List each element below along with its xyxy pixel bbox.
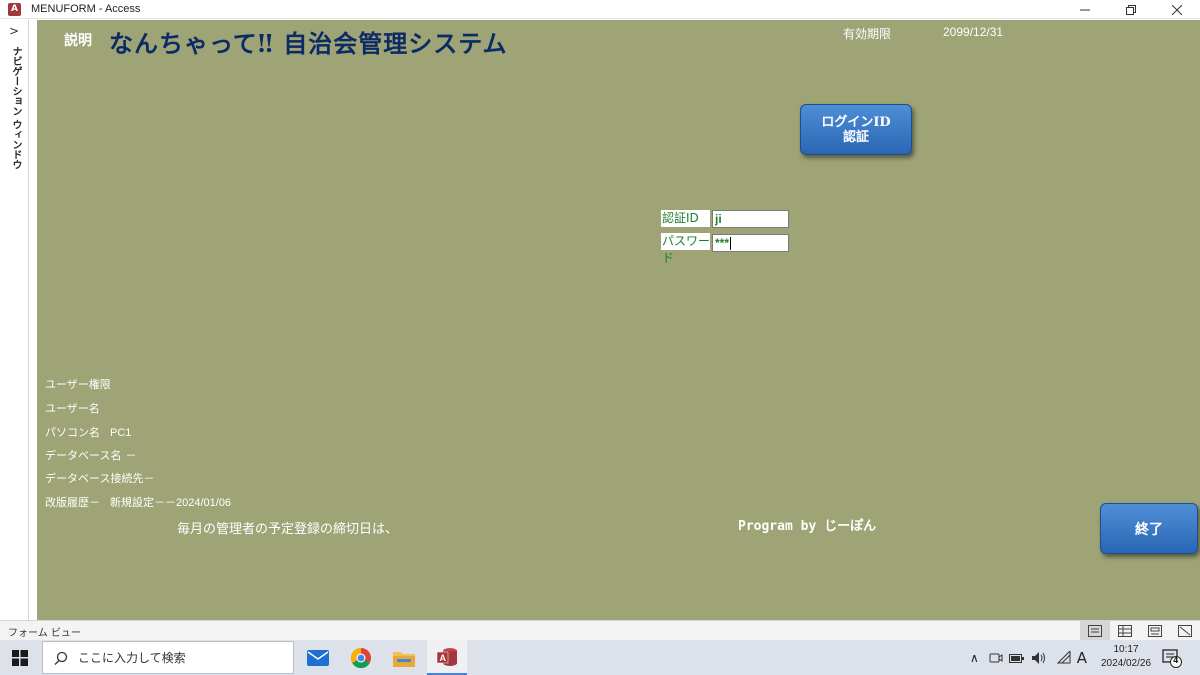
form-view-icon [1088, 624, 1102, 637]
speaker-icon[interactable] [1031, 651, 1047, 665]
chevron-right-icon[interactable]: > [9, 24, 19, 38]
mail-icon [307, 649, 329, 666]
clock-time: 10:17 [1113, 644, 1139, 655]
notification-count: 4 [1173, 656, 1179, 665]
expiry-label: 有効期限 [843, 27, 892, 41]
program-credit: Program by じーぽん [738, 519, 877, 534]
close-button[interactable] [1154, 0, 1200, 19]
clock-date: 2024/02/26 [1100, 658, 1152, 669]
db-connection-label: データベース接続先－ [45, 472, 155, 485]
db-connection-row: データベース接続先－ [45, 470, 154, 486]
meet-now-icon[interactable] [989, 651, 1003, 665]
login-id-auth-button[interactable]: ログインID 認証 [800, 104, 912, 155]
db-name-value: － [125, 450, 137, 462]
battery-icon[interactable] [1008, 652, 1025, 664]
navigation-pane-label[interactable]: ナビゲーション ウィンドウ [8, 46, 23, 169]
deadline-notice: 毎月の管理者の予定登録の締切日は、 [177, 522, 399, 537]
menu-form: 説明 なんちゃって‼ 自治会管理システム 有効期限 2099/12/31 ログイ… [37, 20, 1200, 620]
form-view-button[interactable] [1080, 621, 1110, 640]
auth-id-value: ji [715, 212, 722, 226]
file-explorer-icon [393, 651, 415, 667]
access-icon: A [436, 647, 457, 666]
user-rights-row: ユーザー権限 [45, 376, 121, 392]
status-bar: フォーム ビュー [0, 620, 1200, 640]
access-app-icon: A [8, 2, 21, 16]
search-placeholder: ここに入力して検索 [78, 651, 186, 665]
app-title: なんちゃって‼ 自治会管理システム [109, 29, 508, 58]
datasheet-view-icon [1118, 624, 1132, 637]
layout-view-icon [1148, 624, 1162, 637]
layout-view-button[interactable] [1140, 621, 1170, 640]
pc-name-row: パソコン名 PC1 [45, 424, 131, 440]
windows-taskbar: ここに入力して検索 A ∧ A 10:17 2024/02/26 4 [0, 640, 1200, 675]
pc-name-label: パソコン名 [45, 426, 100, 439]
system-tray: ∧ A [970, 640, 1087, 675]
login-button-line1: ログインID [821, 114, 891, 130]
wifi-icon[interactable] [1056, 650, 1071, 665]
chrome-icon [350, 647, 371, 668]
close-icon [1172, 4, 1182, 15]
search-icon [54, 651, 68, 665]
window-title: MENUFORM - Access [31, 3, 141, 15]
description-label[interactable]: 説明 [64, 30, 92, 50]
notification-center-button[interactable]: 4 [1162, 648, 1182, 668]
password-field[interactable]: *** [712, 234, 789, 252]
db-name-row: データベース名－ [45, 447, 136, 463]
pc-name-value: PC1 [110, 427, 132, 439]
password-label: パスワード [661, 233, 711, 265]
text-cursor [730, 237, 732, 251]
auth-id-label: 認証ID [661, 210, 710, 227]
restore-icon [1126, 4, 1136, 15]
taskbar-chrome[interactable] [341, 640, 381, 675]
taskbar-access[interactable]: A [427, 640, 467, 675]
revision-history-row: 改版履歴－ 新規設定－－2024/01/06 [45, 494, 231, 510]
revision-history-value: 新規設定－－2024/01/06 [110, 497, 232, 509]
user-rights-label: ユーザー権限 [45, 378, 111, 391]
windows-logo-icon [12, 649, 28, 666]
taskbar-clock[interactable]: 10:17 2024/02/26 [1094, 643, 1158, 671]
window-controls [1062, 0, 1200, 19]
db-name-label: データベース名 [45, 449, 122, 462]
minimize-button[interactable] [1062, 0, 1108, 19]
taskbar-file-explorer[interactable] [384, 640, 424, 675]
exit-button[interactable]: 終了 [1100, 503, 1198, 554]
window-title-bar: A MENUFORM - Access [0, 0, 1200, 19]
password-value: *** [715, 236, 730, 250]
user-name-label: ユーザー名 [45, 402, 100, 415]
datasheet-view-button[interactable] [1110, 621, 1140, 640]
navigation-pane[interactable]: > ナビゲーション ウィンドウ [0, 20, 29, 620]
status-view-mode: フォーム ビュー [8, 628, 81, 639]
design-view-button[interactable] [1170, 621, 1200, 640]
minimize-icon [1080, 9, 1090, 10]
expiry-value: 2099/12/31 [943, 25, 1004, 39]
design-view-icon [1178, 624, 1192, 637]
notification-icon [1162, 649, 1182, 668]
show-hidden-icons-chevron-up-icon[interactable]: ∧ [970, 651, 979, 665]
user-name-row: ユーザー名 [45, 400, 110, 416]
taskbar-search-box[interactable]: ここに入力して検索 [42, 641, 294, 674]
revision-history-label: 改版履歴－ [45, 496, 100, 509]
start-button[interactable] [0, 640, 40, 675]
view-switcher [1080, 621, 1200, 641]
ime-mode-indicator[interactable]: A [1077, 649, 1087, 667]
login-button-line2: 認証 [842, 129, 869, 145]
restore-button[interactable] [1108, 0, 1154, 19]
svg-text:A: A [440, 653, 447, 663]
taskbar-mail[interactable] [298, 640, 338, 675]
auth-id-field[interactable]: ji [712, 210, 789, 228]
